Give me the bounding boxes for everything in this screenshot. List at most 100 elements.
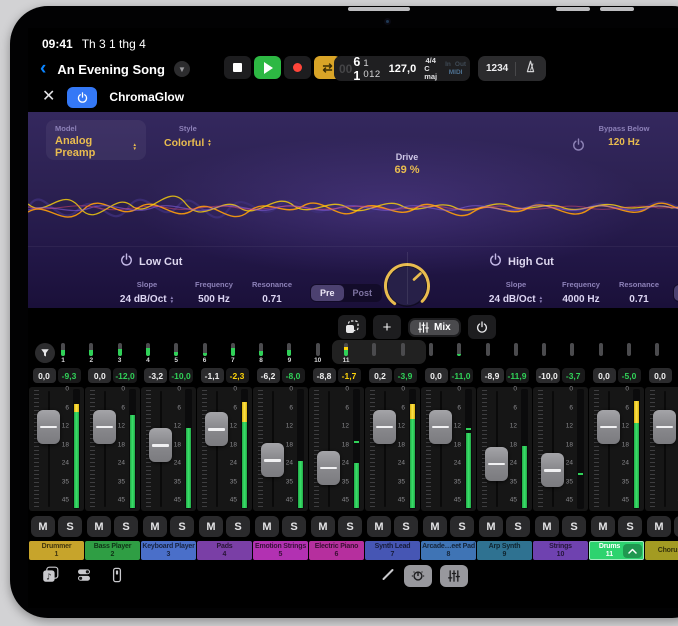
navigator-meter[interactable] [259, 343, 263, 356]
fader-db-value[interactable]: 0,0 [425, 368, 448, 383]
track-name-tile[interactable]: Chorus V [645, 541, 678, 560]
mute-button[interactable]: M [255, 516, 279, 537]
fader-handle[interactable] [205, 412, 228, 446]
peak-db-value[interactable]: -1,7 [338, 368, 361, 383]
fader-handle[interactable] [317, 451, 340, 485]
fader-handle[interactable] [37, 410, 60, 444]
mute-button[interactable]: M [199, 516, 223, 537]
song-title[interactable]: An Evening Song [57, 62, 165, 77]
peak-db-value[interactable]: -11,0 [450, 368, 473, 383]
pre-button[interactable]: Pre [674, 285, 678, 301]
navigator-meter[interactable] [655, 343, 659, 356]
fader-db-value[interactable]: 0,2 [369, 368, 392, 383]
peak-db-value[interactable]: -12,0 [113, 368, 136, 383]
fader-handle[interactable] [373, 410, 396, 444]
filter-button[interactable] [35, 343, 55, 363]
mute-button[interactable]: M [367, 516, 391, 537]
solo-button[interactable]: S [618, 516, 642, 537]
navigator-meter[interactable] [118, 343, 122, 356]
track-name-tile[interactable]: Pads 4 [197, 541, 252, 560]
mix-toggle[interactable]: Mix [408, 318, 461, 337]
navigator-meter[interactable] [287, 343, 291, 356]
count-in-button[interactable]: 1234 [486, 63, 508, 74]
low-cut-slope[interactable]: Slope 24 dB/Oct▲▼ [116, 280, 178, 307]
solo-button[interactable]: S [170, 516, 194, 537]
lcd-display[interactable]: 006 11 012 127,0 4/4 C maj InOut MIDI [334, 56, 470, 81]
track-name-tile[interactable]: Bass Player 2 [85, 541, 140, 560]
navigator-meter[interactable] [372, 343, 376, 356]
fader-handle[interactable] [653, 410, 676, 444]
navigator-meter[interactable] [627, 343, 631, 356]
navigator-meter[interactable] [542, 343, 546, 356]
fader-handle[interactable] [429, 410, 452, 444]
smart-controls-button[interactable] [404, 565, 432, 587]
navigator-meter[interactable] [514, 343, 518, 356]
solo-button[interactable]: S [338, 516, 362, 537]
solo-button[interactable]: S [114, 516, 138, 537]
fader-db-value[interactable]: 0,0 [593, 368, 616, 383]
peak-db-value[interactable]: -11,9 [506, 368, 529, 383]
mute-button[interactable]: M [87, 516, 111, 537]
mixer-view-button[interactable] [440, 565, 468, 587]
pencil-icon[interactable] [380, 566, 396, 587]
add-plugin-button[interactable]: + [373, 315, 401, 339]
fader-db-value[interactable]: -10,0 [536, 368, 559, 383]
track-name-tile[interactable]: Synth Lead 7 [365, 541, 420, 560]
collapse-chevron-icon[interactable] [623, 544, 642, 558]
track-name-tile[interactable]: Emotion Strings 5 [253, 541, 308, 560]
navigator-meter[interactable] [486, 343, 490, 356]
high-cut-slope[interactable]: Slope 24 dB/Oct▲▼ [485, 280, 547, 307]
fader-db-value[interactable]: -1,1 [201, 368, 224, 383]
solo-button[interactable]: S [674, 516, 678, 537]
keyboard-icon[interactable] [109, 567, 125, 588]
track-name-tile[interactable]: Arcade…eet Pad 8 [421, 541, 476, 560]
low-cut-resonance[interactable]: Resonance 0.71 [246, 280, 298, 307]
low-cut-frequency[interactable]: Frequency 500 Hz [188, 280, 240, 307]
fader-db-value[interactable]: 0,0 [649, 368, 672, 383]
peak-db-value[interactable]: -9,3 [58, 368, 81, 383]
solo-button[interactable]: S [282, 516, 306, 537]
post-button[interactable]: Post [344, 285, 382, 301]
mute-button[interactable]: M [535, 516, 559, 537]
high-cut-resonance[interactable]: Resonance 0.71 [613, 280, 665, 307]
plugins-icon[interactable] [76, 567, 92, 588]
fader-handle[interactable] [541, 453, 564, 487]
fader-db-value[interactable]: -3,2 [144, 368, 167, 383]
track-name-tile[interactable]: Electric Piano 6 [309, 541, 364, 560]
fader-db-value[interactable]: 0,0 [33, 368, 56, 383]
fader-handle[interactable] [149, 428, 172, 462]
high-cut-power-icon[interactable] [489, 253, 502, 271]
fader-handle[interactable] [261, 443, 284, 477]
play-button[interactable] [254, 56, 281, 79]
mute-button[interactable]: M [479, 516, 503, 537]
track-name-tile[interactable]: Strings 10 [533, 541, 588, 560]
mute-button[interactable]: M [423, 516, 447, 537]
style-selector[interactable]: Style Colorful▲▼ [164, 124, 212, 151]
level-control[interactable]: Level 0.0 [664, 124, 678, 148]
mute-button[interactable]: M [31, 516, 55, 537]
solo-button[interactable]: S [394, 516, 418, 537]
solo-button[interactable]: S [506, 516, 530, 537]
navigator-meter[interactable] [570, 343, 574, 356]
track-name-tile[interactable]: Drummer 1 [29, 541, 84, 560]
fader-handle[interactable] [597, 410, 620, 444]
fader-db-value[interactable]: -8,8 [313, 368, 336, 383]
navigator-meter[interactable] [344, 343, 348, 356]
solo-button[interactable]: S [450, 516, 474, 537]
peak-db-value[interactable]: -3,9 [394, 368, 417, 383]
navigator-meter[interactable] [203, 343, 207, 356]
mute-button[interactable]: M [311, 516, 335, 537]
stop-button[interactable] [224, 56, 251, 79]
bypass-power-icon[interactable] [572, 138, 585, 156]
pre-button[interactable]: Pre [311, 285, 344, 301]
mute-button[interactable]: M [591, 516, 615, 537]
navigator-meter[interactable] [457, 343, 461, 356]
mute-button[interactable]: M [143, 516, 167, 537]
fader-db-value[interactable]: 0,0 [88, 368, 111, 383]
navigator-meter[interactable] [401, 343, 405, 356]
track-name-tile[interactable]: Drums 11 [589, 541, 644, 560]
bypass-below-control[interactable]: Bypass Below 120 Hz [590, 124, 658, 148]
solo-button[interactable]: S [226, 516, 250, 537]
peak-db-value[interactable]: -10,0 [169, 368, 192, 383]
navigator-meter[interactable] [174, 343, 178, 356]
